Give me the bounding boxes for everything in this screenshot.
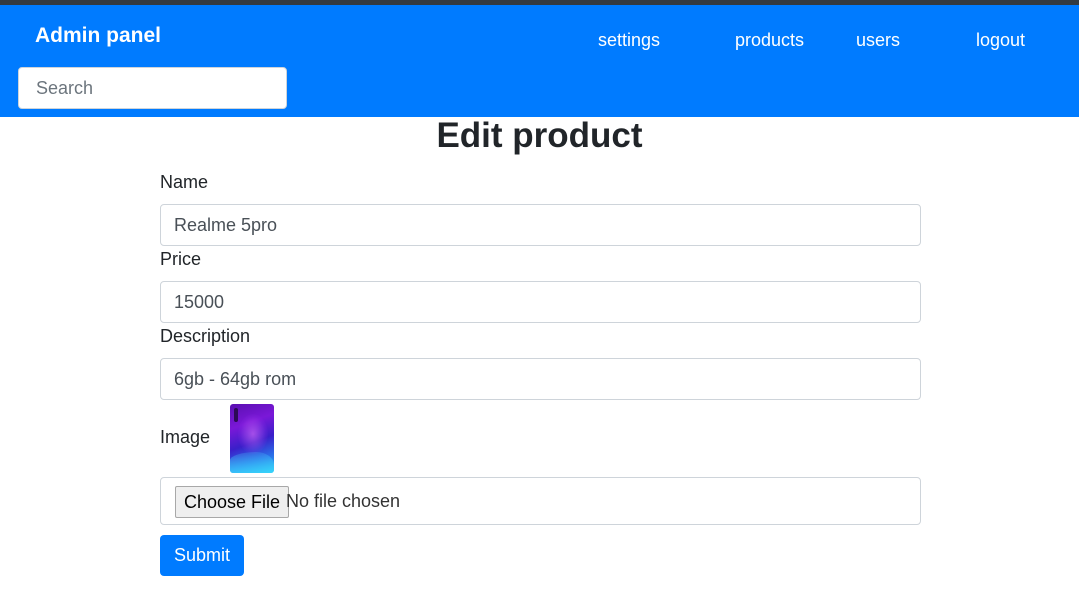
nav-link-logout[interactable]: logout: [976, 30, 1025, 51]
submit-button[interactable]: Submit: [160, 535, 244, 576]
name-label: Name: [160, 172, 209, 192]
navbar: Admin panel settings products users logo…: [0, 5, 1079, 117]
product-image-thumbnail: [230, 404, 274, 473]
nav-link-products[interactable]: products: [735, 30, 804, 51]
nav-link-settings[interactable]: settings: [598, 30, 660, 51]
file-input[interactable]: Choose File No file chosen: [160, 477, 921, 525]
image-label: Image: [160, 427, 211, 447]
search-input[interactable]: [18, 67, 287, 109]
description-field[interactable]: [160, 358, 921, 400]
price-field[interactable]: [160, 281, 921, 323]
nav-link-users[interactable]: users: [856, 30, 900, 51]
file-status-text: No file chosen: [286, 491, 401, 511]
camera-module-icon: [234, 408, 238, 422]
choose-file-button[interactable]: Choose File: [175, 486, 290, 518]
thumbnail-wave: [230, 452, 274, 473]
description-label: Description: [160, 326, 251, 346]
thumbnail-shine: [238, 414, 268, 454]
price-label: Price: [160, 249, 202, 269]
brand-title[interactable]: Admin panel: [35, 24, 161, 48]
name-field[interactable]: [160, 204, 921, 246]
page-title: Edit product: [436, 116, 643, 155]
